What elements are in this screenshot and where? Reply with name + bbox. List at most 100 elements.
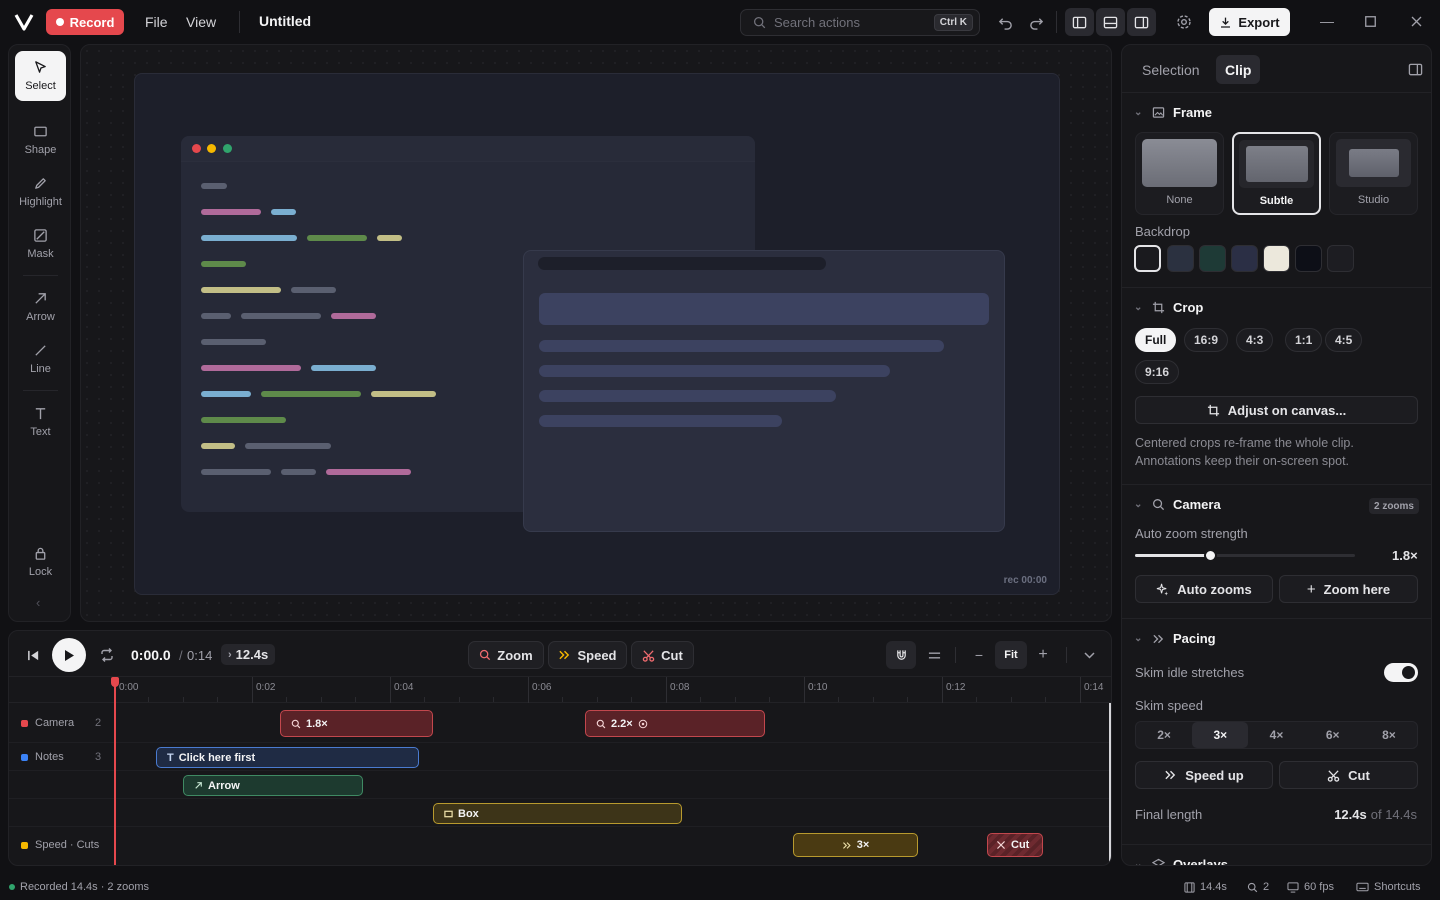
export-button[interactable]: Export: [1209, 8, 1290, 36]
collapse-chevron-icon[interactable]: ‹: [36, 595, 40, 610]
tab-selection[interactable]: Selection: [1133, 55, 1209, 84]
panel-collapse-icon[interactable]: [1406, 60, 1424, 78]
auto-zoom-strength-slider[interactable]: [1135, 549, 1355, 562]
speed-option[interactable]: 4×: [1248, 722, 1304, 748]
total-time: 0:14: [187, 648, 213, 663]
note-clip[interactable]: Arrow: [183, 775, 363, 796]
settings-gear-icon[interactable]: [1174, 12, 1194, 32]
close-icon[interactable]: [1411, 14, 1422, 30]
auto-zooms-button[interactable]: Auto zooms: [1135, 575, 1273, 603]
backdrop-label: Backdrop: [1135, 224, 1190, 239]
section-camera-header[interactable]: ⌄ Camera: [1134, 497, 1221, 512]
backdrop-swatch[interactable]: [1263, 245, 1290, 272]
zoom-in-icon[interactable]: +: [1033, 641, 1053, 669]
tool-mask[interactable]: Mask: [15, 219, 66, 269]
recording-timestamp: rec 00:00: [1003, 575, 1047, 586]
speed-option[interactable]: 6×: [1305, 722, 1361, 748]
maximize-icon[interactable]: [1365, 14, 1376, 30]
snap-magnet-icon[interactable]: [886, 641, 916, 669]
speed-up-button[interactable]: Speed up: [1135, 761, 1273, 789]
adjust-on-canvas-button[interactable]: Adjust on canvas...: [1135, 396, 1418, 424]
track-height-icon[interactable]: [924, 641, 944, 669]
crop-option[interactable]: Full: [1135, 328, 1177, 352]
frame-option-subtle[interactable]: Subtle: [1232, 132, 1321, 215]
bottom-panel-toggle-icon[interactable]: [1096, 8, 1125, 36]
tool-highlight[interactable]: Highlight: [15, 167, 66, 217]
fit-button[interactable]: Fit: [995, 641, 1027, 669]
slider-handle[interactable]: [1204, 549, 1217, 562]
tool-shape[interactable]: Shape: [15, 115, 66, 165]
zoom-clip[interactable]: 1.8×: [280, 710, 433, 737]
zoom-out-icon[interactable]: −: [969, 641, 989, 669]
backdrop-swatch[interactable]: [1167, 245, 1194, 272]
note-clip[interactable]: Box: [433, 803, 682, 824]
track-speed-cuts: Speed · Cuts: [9, 827, 1111, 865]
zoom-here-button[interactable]: + Zoom here: [1279, 575, 1418, 603]
crop-option[interactable]: 4:5: [1325, 328, 1363, 352]
section-frame-header[interactable]: ⌄ Frame: [1134, 105, 1212, 120]
zoom-clip[interactable]: 2.2×: [585, 710, 765, 737]
crop-option[interactable]: 4:3: [1236, 328, 1274, 352]
tool-select[interactable]: Select: [15, 51, 66, 101]
crop-option[interactable]: 9:16: [1135, 360, 1180, 384]
minimize-icon[interactable]: —: [1320, 13, 1334, 29]
speed-option[interactable]: 8×: [1361, 722, 1417, 748]
crop-icon: [1207, 404, 1219, 416]
current-time: 0:00.0: [131, 647, 171, 663]
zoom-icon: [480, 649, 491, 661]
skim-idle-toggle[interactable]: [1384, 663, 1418, 682]
frame-option-studio[interactable]: Studio: [1329, 132, 1418, 215]
backdrop-swatch[interactable]: [1134, 245, 1161, 272]
time-ruler[interactable]: 0:00 0:02 0:04 0:06 0:08 0:10 0:12 0:14: [9, 677, 1111, 703]
crop-option[interactable]: 16:9: [1184, 328, 1229, 352]
menu-file[interactable]: File: [145, 14, 168, 30]
speed-clip[interactable]: 3×: [793, 833, 918, 857]
menu-view[interactable]: View: [186, 14, 216, 30]
loop-icon[interactable]: [98, 646, 116, 664]
redo-icon[interactable]: [1026, 12, 1046, 32]
chevron-down-icon[interactable]: [1079, 641, 1099, 669]
add-zoom-button[interactable]: Zoom: [468, 641, 544, 669]
add-cut-button[interactable]: Cut: [631, 641, 694, 669]
document-title[interactable]: Untitled: [259, 13, 311, 29]
cut-clip[interactable]: Cut: [987, 833, 1043, 857]
playhead[interactable]: [114, 677, 116, 865]
canvas-stage[interactable]: rec 00:00: [80, 44, 1112, 622]
tool-arrow[interactable]: Arrow: [15, 282, 66, 332]
record-button[interactable]: Record: [46, 9, 124, 35]
note-clip[interactable]: T Click here first: [156, 747, 419, 768]
backdrop-swatch[interactable]: [1327, 245, 1354, 272]
video-frame[interactable]: rec 00:00: [134, 73, 1060, 595]
end-marker[interactable]: [1109, 703, 1111, 865]
backdrop-swatch[interactable]: [1199, 245, 1226, 272]
speed-option[interactable]: 3×: [1192, 722, 1249, 748]
skip-to-start-icon[interactable]: [25, 647, 41, 663]
tab-clip[interactable]: Clip: [1216, 55, 1261, 84]
chevron-down-icon: ⌄: [1134, 633, 1143, 644]
search-actions-input[interactable]: Search actions Ctrl K: [740, 9, 980, 36]
left-panel-toggle-icon[interactable]: [1065, 8, 1094, 36]
backdrop-swatch[interactable]: [1231, 245, 1258, 272]
tool-palette: Select Shape Highlight Mask Arrow Line T…: [8, 44, 71, 622]
add-speed-button[interactable]: Speed: [548, 641, 627, 669]
undo-icon[interactable]: [995, 12, 1015, 32]
backdrop-swatch[interactable]: [1295, 245, 1322, 272]
right-panel-toggle-icon[interactable]: [1127, 8, 1156, 36]
search-shortcut: Ctrl K: [933, 14, 973, 31]
status-duration: 14.4s: [1184, 881, 1227, 893]
crop-option[interactable]: 1:1: [1285, 328, 1323, 352]
section-crop-header[interactable]: ⌄ Crop: [1134, 300, 1203, 315]
tool-lock[interactable]: Lock: [15, 537, 66, 587]
section-pacing-header[interactable]: ⌄ Pacing: [1134, 631, 1216, 646]
cut-button[interactable]: Cut: [1279, 761, 1418, 789]
tool-line[interactable]: Line: [15, 334, 66, 384]
play-button[interactable]: [52, 638, 86, 672]
speed-option[interactable]: 2×: [1136, 722, 1192, 748]
shortcuts-button[interactable]: Shortcuts: [1356, 881, 1420, 893]
frame-option-none[interactable]: None: [1135, 132, 1224, 215]
section-overlays-header[interactable]: ⌄ Overlays: [1134, 857, 1228, 865]
track-color-dot: [21, 719, 28, 727]
playhead-handle[interactable]: [111, 677, 119, 687]
tool-text[interactable]: Text: [15, 397, 66, 447]
rectangle-icon: [34, 126, 47, 137]
